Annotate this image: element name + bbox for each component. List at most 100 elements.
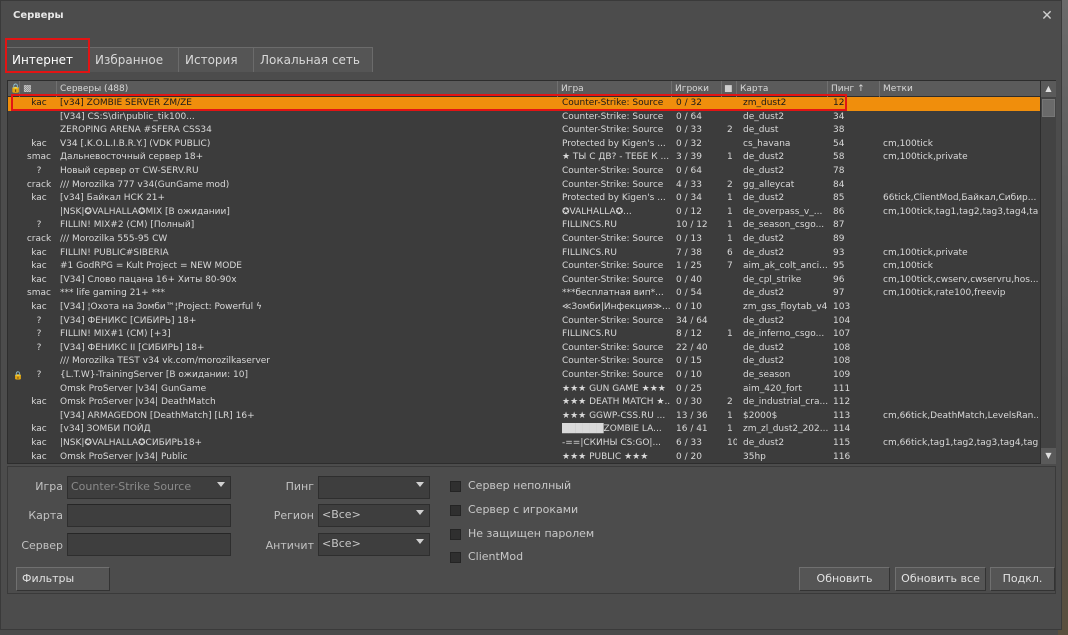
checkbox-box[interactable]	[450, 529, 461, 540]
anticheat-cell: smac	[27, 152, 51, 163]
tab-internet[interactable]: Интернет	[5, 47, 90, 73]
close-icon[interactable]: ✕	[1039, 8, 1055, 24]
table-row[interactable]: crack /// Morozilka 777 v34(GunGame mod) C…	[8, 179, 1040, 193]
players-cell: 4 / 33	[676, 179, 702, 190]
map-cell: $2000$	[743, 410, 778, 421]
map-cell: de_dust2	[743, 315, 785, 326]
table-row[interactable]: kac [v34] ЗОМБИ ПОЙД ██████ZOMBIE LA... 16 …	[8, 423, 1040, 437]
lock-column-header[interactable]: 🔒	[8, 81, 20, 97]
tab-history[interactable]: История	[178, 47, 254, 72]
table-row[interactable]: smac *** life gaming 21+ *** ***бесплатная…	[8, 287, 1040, 301]
server-list: 🔒 ▩ Серверы (488) Игра Игроки ■ Карта Пи…	[7, 80, 1056, 464]
game-filter-select[interactable]: Counter-Strike Source	[67, 476, 231, 499]
map-filter-input[interactable]	[67, 504, 231, 527]
map-cell: de_cpl_strike	[743, 274, 802, 285]
map-cell: de_dust2	[743, 111, 785, 122]
game-cell: Protected by Kigen's ...	[562, 193, 666, 204]
filters-button[interactable]: Фильтры	[16, 567, 110, 591]
table-row[interactable]: ZEROPING ARENA #SFERA CSS34 Counter-Strik…	[8, 124, 1040, 138]
table-row[interactable]: kac [v34] ZOMBIE SERVER ZM/ZE Counter-Stri…	[8, 97, 1040, 111]
table-row[interactable]: kac Omsk ProServer |v34| Public ★★★ PUBLI…	[8, 451, 1040, 464]
checkbox-clientmod[interactable]: ClientMod	[450, 550, 630, 566]
players-cell: 0 / 15	[676, 356, 702, 367]
ping-cell: 95	[833, 261, 845, 272]
table-row[interactable]: ? Новый сервер от CW-SERV.RU Counter-Strik…	[8, 165, 1040, 179]
players-cell: 10 / 12	[676, 220, 708, 231]
anticheat-cell: ?	[36, 220, 42, 231]
anticheat-filter-select[interactable]: <Все>	[318, 533, 430, 556]
ping-cell: 87	[833, 220, 845, 231]
map-cell: de_dust	[743, 125, 779, 136]
checkbox-label: Сервер с игроками	[468, 503, 579, 516]
table-row[interactable]: kac [v34] Байкал НСК 21+ Protected by Kige…	[8, 192, 1040, 206]
tags-column-header[interactable]: Метки	[880, 81, 1040, 97]
game-column-header[interactable]: Игра	[558, 81, 672, 97]
map-cell: de_industrial_cra...	[743, 397, 829, 408]
players-cell: 0 / 13	[676, 234, 702, 244]
checkbox-not-full[interactable]: Сервер неполный	[450, 479, 630, 495]
scroll-thumb[interactable]	[1042, 99, 1055, 117]
map-cell: de_dust2	[743, 152, 785, 163]
players-cell: 0 / 40	[676, 274, 702, 285]
table-row[interactable]: kac |NSK|✪VALHALLA✪СИБИРЬ18+ -==|СКИНЫ CS:…	[8, 437, 1040, 451]
table-row[interactable]: kac [V34] ¦Охота на Зомби™¦Project: Power…	[8, 301, 1040, 315]
players-column-header[interactable]: Игроки	[672, 81, 722, 97]
table-row[interactable]: [V34] CS:S\dir\public_tik100... Counter-S…	[8, 111, 1040, 125]
ping-column-header[interactable]: Пинг ↑	[828, 81, 880, 97]
tab-favorites[interactable]: Избранное	[88, 47, 180, 72]
checkbox-box[interactable]	[450, 481, 461, 492]
refresh-button[interactable]: Обновить	[799, 567, 890, 591]
table-row[interactable]: |NSK|✪VALHALLA✪MIX [В ожидании] ✪VALHALLA…	[8, 206, 1040, 220]
checkbox-no-password[interactable]: Не защищен паролем	[450, 527, 630, 543]
connect-button[interactable]: Подкл.	[990, 567, 1055, 591]
game-filter-label: Игра	[35, 480, 63, 493]
tags-cell	[883, 396, 1038, 410]
checkbox-has-players[interactable]: Сервер с игроками	[450, 503, 630, 519]
game-cell: Counter-Strike: Source	[562, 98, 664, 108]
vac-column-header[interactable]: ▩	[20, 81, 57, 97]
table-row[interactable]: ? FILLIN! MIX#2 (CM) [Полный] FILLINCS.RU 1…	[8, 219, 1040, 233]
table-row[interactable]: 🔒? {L.T.W}-TrainingServer [В ожидании: 10…	[8, 369, 1040, 383]
table-row[interactable]: kac Omsk ProServer |v34| DeathMatch ★★★ D…	[8, 396, 1040, 410]
bots-column-header[interactable]: ■	[722, 81, 737, 97]
players-cell: 0 / 20	[676, 451, 702, 462]
bots-cell	[727, 111, 737, 125]
region-filter-select[interactable]: <Все>	[318, 504, 430, 527]
ping-cell: 115	[833, 438, 851, 448]
vac-shield-icon: ▩	[23, 84, 32, 94]
game-cell: ★★★ GUN GAME ★★★	[562, 383, 666, 394]
table-row[interactable]: ? FILLIN! MIX#1 (CM) [+3] FILLINCS.RU 8 / 1…	[8, 328, 1040, 342]
table-row[interactable]: ? [V34] ФЕНИКС [СИБИРЬ] 18+ Counter-Strike…	[8, 315, 1040, 329]
map-cell: gg_alleycat	[743, 179, 795, 190]
table-row[interactable]: Omsk ProServer |v34| GunGame ★★★ GUN GAME…	[8, 383, 1040, 397]
scroll-down-icon[interactable]: ▼	[1041, 448, 1056, 464]
table-row[interactable]: kac [V34] Слово пацана 16+ Хиты 80-90х Cou…	[8, 274, 1040, 288]
scroll-up-icon[interactable]: ▲	[1041, 81, 1056, 97]
checkbox-box[interactable]	[450, 552, 461, 563]
server-filter-input[interactable]	[67, 533, 231, 556]
refresh-all-button[interactable]: Обновить все	[895, 567, 986, 591]
server-name-cell: [v34] ZOMBIE SERVER ZM/ZE	[60, 98, 192, 108]
bot-icon: ■	[724, 84, 733, 94]
table-row[interactable]: /// Morozilka TEST v34 vk.com/morozilkas…	[8, 355, 1040, 369]
tags-cell	[883, 219, 1038, 233]
table-row[interactable]: crack /// Morozilka 555-95 CW Counter-Stri…	[8, 233, 1040, 247]
vertical-scrollbar[interactable]: ▲ ▼	[1040, 81, 1056, 464]
table-row[interactable]: smac Дальневосточный сервер 18+ ★ ТЫ С ДВ?…	[8, 151, 1040, 165]
ping-cell: 12	[833, 98, 845, 108]
bots-cell	[727, 451, 737, 464]
tab-lan[interactable]: Локальная сеть	[253, 47, 373, 72]
table-row[interactable]: kac #1 GodRPG = Kult Project = NEW MODE Co…	[8, 260, 1040, 274]
table-row[interactable]: [V34] ARMAGEDON [DeathMatch] [LR] 16+ ★★★…	[8, 410, 1040, 424]
map-column-header[interactable]: Карта	[737, 81, 828, 97]
ping-filter-select[interactable]	[318, 476, 430, 499]
table-row[interactable]: kac FILLIN! PUBLIC#SIBERIA FILLINCS.RU 7 / …	[8, 247, 1040, 261]
players-cell: 3 / 39	[676, 152, 702, 163]
checkbox-box[interactable]	[450, 505, 461, 516]
table-row[interactable]: kac V34 [.K.O.L.I.B.R.Y.] (VDK PUBLIC) Pro…	[8, 138, 1040, 152]
table-row[interactable]: ? [V34] ФЕНИКС II [СИБИРЬ] 18+ Counter-Str…	[8, 342, 1040, 356]
title-bar[interactable]: Серверы ✕	[1, 1, 1061, 35]
tags-cell: cm,100tick,private	[883, 152, 968, 163]
server-name-cell: #1 GodRPG = Kult Project = NEW MODE	[60, 261, 242, 272]
servers-column-header[interactable]: Серверы (488)	[57, 81, 558, 97]
